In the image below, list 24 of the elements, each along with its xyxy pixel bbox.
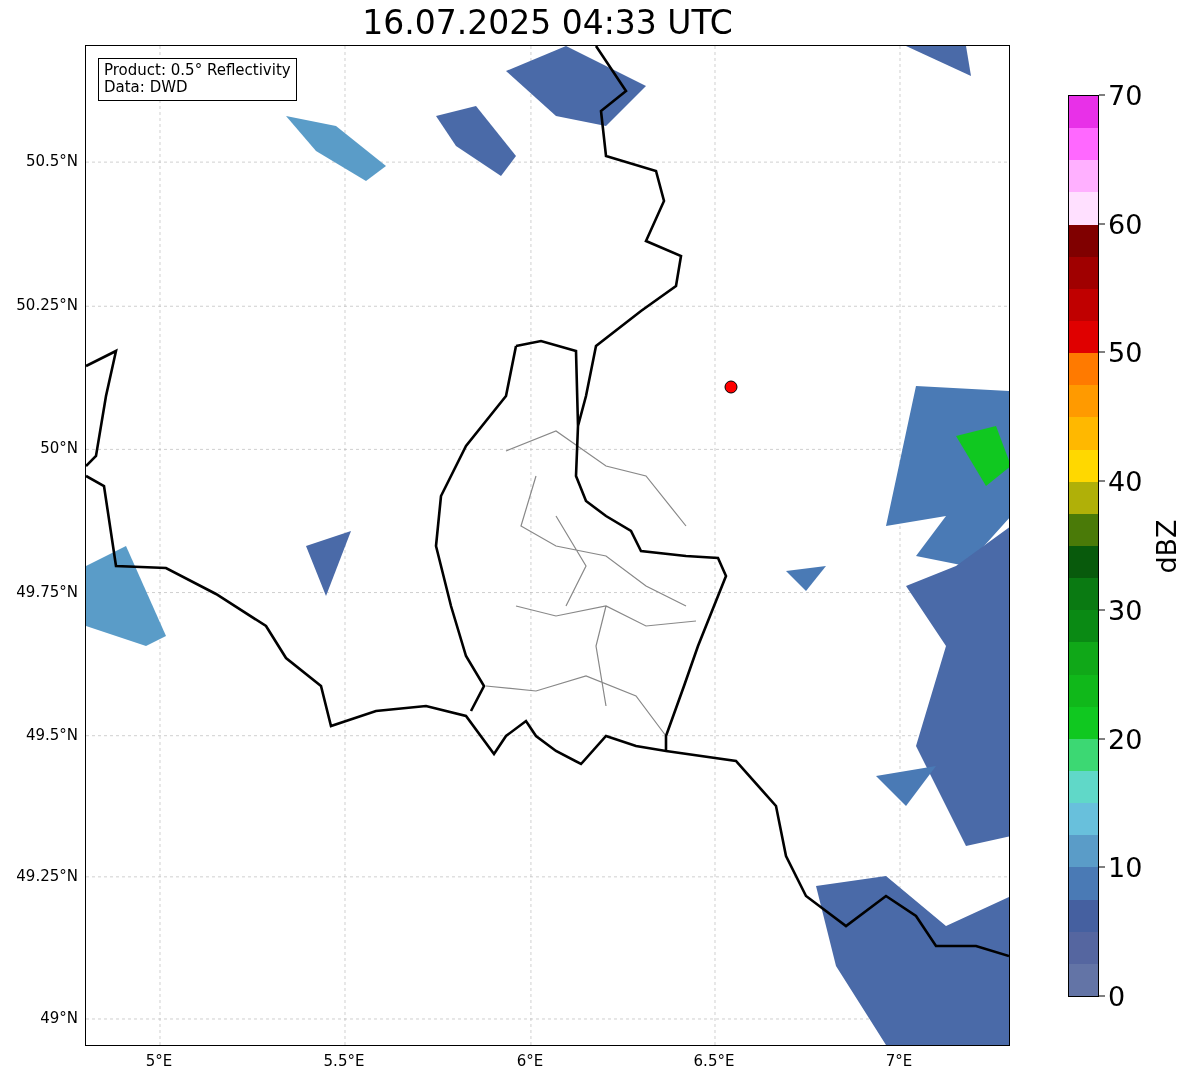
chart-title: 16.07.2025 04:33 UTC	[362, 6, 733, 39]
latitude-label: 49.75°N	[16, 582, 78, 601]
longitude-label: 5.5°E	[323, 1052, 365, 1070]
scale-label: 20	[1108, 725, 1143, 753]
latitude-label: 49.25°N	[16, 866, 78, 885]
latitude-label: 49.5°N	[25, 725, 78, 744]
latitude-label: 50°N	[40, 439, 78, 458]
longitude-label: 6°E	[516, 1052, 544, 1070]
latitude-label: 49°N	[40, 1008, 78, 1027]
unit-label: dBZ	[1150, 518, 1182, 574]
scale-label: 30	[1108, 596, 1143, 624]
info-text: Data: DWD	[104, 79, 189, 97]
scale-label: 40	[1108, 467, 1143, 495]
longitude-label: 5°E	[145, 1052, 173, 1070]
scale-label: 50	[1108, 338, 1143, 366]
info-text: Product: 0.5° Reflectivity	[104, 62, 291, 80]
latitude-label: 50.25°N	[16, 296, 78, 315]
longitude-label: 7°E	[885, 1052, 913, 1070]
latitude-label: 50.5°N	[25, 152, 78, 171]
longitude-label: 6.5°E	[693, 1052, 735, 1070]
scale-label: 60	[1108, 210, 1143, 238]
scale-label: 70	[1108, 81, 1143, 109]
scale-label: 10	[1108, 853, 1143, 881]
scale-label: 0	[1108, 982, 1126, 1010]
